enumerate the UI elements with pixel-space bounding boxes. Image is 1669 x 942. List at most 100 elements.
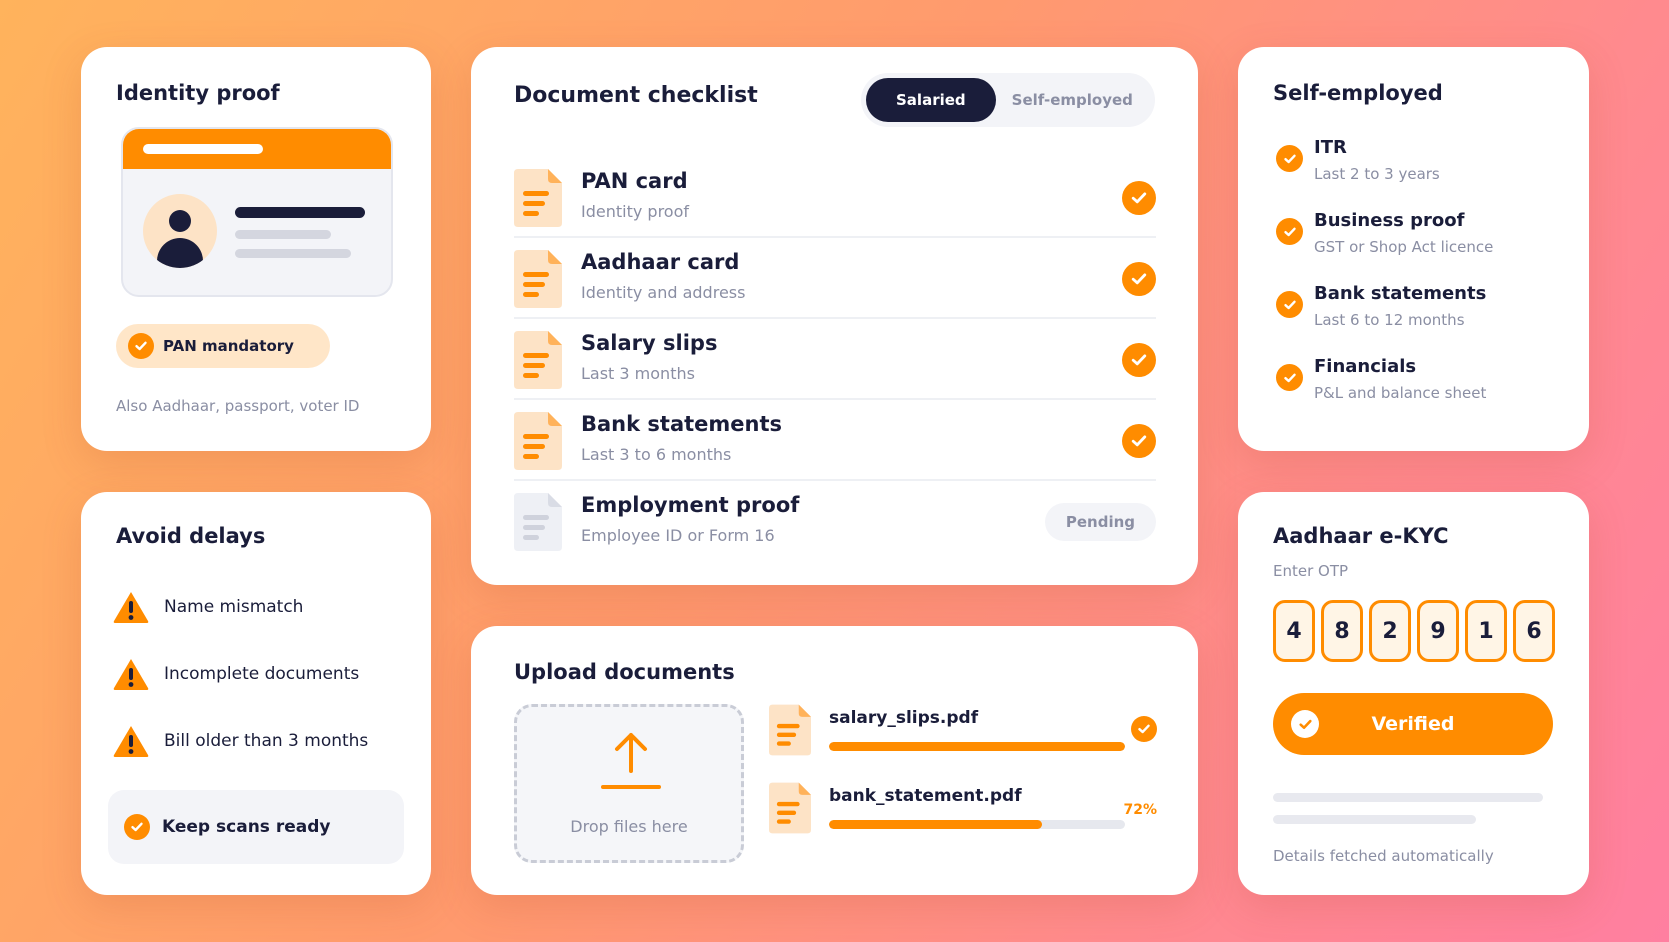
uploading-file-row[interactable]: bank_statement.pdf 72% bbox=[769, 782, 1157, 842]
checklist-item-name: PAN card bbox=[581, 169, 688, 193]
document-icon bbox=[514, 493, 562, 551]
pan-mandatory-label: PAN mandatory bbox=[163, 337, 294, 355]
dropzone-label: Drop files here bbox=[570, 817, 688, 836]
check-icon bbox=[1276, 364, 1303, 391]
otp-digit-input[interactable]: 9 bbox=[1417, 600, 1459, 662]
upload-arrow-icon bbox=[601, 733, 661, 789]
id-card-header-band bbox=[123, 129, 391, 169]
keep-scans-ready-label: Keep scans ready bbox=[162, 817, 331, 837]
id-card-detail-line bbox=[235, 249, 351, 258]
document-icon bbox=[514, 250, 562, 308]
upload-progress-fill bbox=[829, 742, 1125, 751]
warning-label: Incomplete documents bbox=[164, 664, 360, 684]
self-employed-item-sub: Last 6 to 12 months bbox=[1314, 311, 1465, 329]
id-card-illustration bbox=[121, 127, 393, 297]
identity-note: Also Aadhaar, passport, voter ID bbox=[116, 397, 360, 415]
otp-digit-input[interactable]: 8 bbox=[1321, 600, 1363, 662]
otp-digit-input[interactable]: 4 bbox=[1273, 600, 1315, 662]
check-icon bbox=[128, 333, 154, 359]
self-employed-title: Self-employed bbox=[1273, 81, 1443, 105]
warning-item: Incomplete documents bbox=[112, 654, 402, 694]
checklist-item-pan-card[interactable]: PAN card Identity proof bbox=[514, 157, 1156, 238]
otp-input-group: 4 8 2 9 1 6 bbox=[1273, 600, 1555, 662]
warning-icon bbox=[113, 726, 149, 757]
check-icon bbox=[124, 814, 150, 840]
user-avatar-icon bbox=[143, 194, 217, 268]
uploaded-file-row[interactable]: salary_slips.pdf bbox=[769, 704, 1157, 764]
check-icon bbox=[1122, 424, 1156, 458]
warning-icon bbox=[113, 659, 149, 690]
avatar-body bbox=[157, 238, 203, 268]
check-icon bbox=[1276, 145, 1303, 172]
otp-digit-input[interactable]: 6 bbox=[1513, 600, 1555, 662]
self-employed-item-title: Bank statements bbox=[1314, 283, 1487, 304]
warning-item: Name mismatch bbox=[112, 587, 402, 627]
verified-button[interactable]: Verified bbox=[1273, 693, 1553, 755]
self-employed-card: Self-employed ITR Last 2 to 3 years Busi… bbox=[1238, 47, 1589, 451]
otp-digit-input[interactable]: 2 bbox=[1369, 600, 1411, 662]
aadhaar-ekyc-title: Aadhaar e-KYC bbox=[1273, 524, 1449, 548]
pan-mandatory-badge: PAN mandatory bbox=[116, 324, 330, 368]
warning-icon bbox=[113, 592, 149, 623]
pending-status-badge: Pending bbox=[1044, 503, 1156, 541]
kyc-note: Details fetched automatically bbox=[1273, 847, 1494, 865]
checklist-item-name: Employment proof bbox=[581, 493, 800, 517]
upload-progress-percent: 72% bbox=[1123, 802, 1157, 818]
id-card-name-line bbox=[235, 207, 365, 218]
placeholder-line bbox=[1273, 815, 1476, 824]
self-employed-item-title: Financials bbox=[1314, 356, 1417, 377]
upload-progress-bar bbox=[829, 820, 1125, 829]
upload-progress-bar bbox=[829, 742, 1125, 751]
check-icon bbox=[1122, 181, 1156, 215]
document-icon bbox=[514, 412, 562, 470]
self-employed-item-title: ITR bbox=[1314, 137, 1347, 158]
self-employed-item-sub: GST or Shop Act licence bbox=[1314, 238, 1494, 256]
tab-salaried[interactable]: Salaried bbox=[866, 78, 996, 122]
id-card-band-line bbox=[143, 144, 263, 154]
keep-scans-ready-tip: Keep scans ready bbox=[108, 790, 404, 864]
checklist-item-salary-slips[interactable]: Salary slips Last 3 months bbox=[514, 319, 1156, 400]
upload-progress-fill bbox=[829, 820, 1043, 829]
document-icon bbox=[769, 782, 811, 834]
checklist-list: PAN card Identity proof Aadhaar card Ide… bbox=[514, 157, 1156, 562]
tab-self-employed[interactable]: Self-employed bbox=[996, 91, 1133, 109]
checklist-item-sub: Identity proof bbox=[581, 202, 689, 221]
check-icon bbox=[1291, 710, 1319, 738]
warning-label: Bill older than 3 months bbox=[164, 731, 369, 751]
aadhaar-ekyc-card: Aadhaar e-KYC Enter OTP 4 8 2 9 1 6 Veri… bbox=[1238, 492, 1589, 895]
checklist-item-sub: Last 3 to 6 months bbox=[581, 445, 732, 464]
verified-button-label: Verified bbox=[1371, 713, 1455, 735]
document-icon bbox=[514, 331, 562, 389]
avatar-head bbox=[169, 210, 191, 232]
placeholder-line bbox=[1273, 793, 1543, 802]
document-icon bbox=[769, 704, 811, 756]
avoid-delays-title: Avoid delays bbox=[116, 524, 266, 548]
avoid-delays-card: Avoid delays Name mismatch Incomplete do… bbox=[81, 492, 431, 895]
file-dropzone[interactable]: Drop files here bbox=[514, 704, 744, 863]
checklist-item-sub: Identity and address bbox=[581, 283, 746, 302]
upload-documents-card: Upload documents Drop files here salary_… bbox=[471, 626, 1198, 895]
check-icon bbox=[1276, 218, 1303, 245]
check-icon bbox=[1122, 262, 1156, 296]
warning-list: Name mismatch Incomplete documents Bill … bbox=[112, 587, 402, 788]
checklist-item-employment-proof[interactable]: Employment proof Employee ID or Form 16 … bbox=[514, 481, 1156, 562]
checklist-item-name: Aadhaar card bbox=[581, 250, 740, 274]
id-card-detail-line bbox=[235, 230, 331, 239]
self-employed-item-sub: Last 2 to 3 years bbox=[1314, 165, 1440, 183]
checklist-item-bank-statements[interactable]: Bank statements Last 3 to 6 months bbox=[514, 400, 1156, 481]
file-name: bank_statement.pdf bbox=[829, 786, 1022, 806]
self-employed-item-sub: P&L and balance sheet bbox=[1314, 384, 1487, 402]
checklist-item-aadhaar-card[interactable]: Aadhaar card Identity and address bbox=[514, 238, 1156, 319]
warning-item: Bill older than 3 months bbox=[112, 721, 402, 761]
identity-proof-title: Identity proof bbox=[116, 81, 280, 105]
check-icon bbox=[1122, 343, 1156, 377]
check-icon bbox=[1276, 291, 1303, 318]
otp-digit-input[interactable]: 1 bbox=[1465, 600, 1507, 662]
employment-type-toggle: Salaried Self-employed bbox=[861, 73, 1155, 127]
check-icon bbox=[1131, 716, 1157, 742]
checklist-title: Document checklist bbox=[514, 83, 758, 108]
self-employed-item-title: Business proof bbox=[1314, 210, 1465, 231]
otp-label: Enter OTP bbox=[1273, 562, 1349, 580]
checklist-item-sub: Last 3 months bbox=[581, 364, 695, 383]
checklist-item-name: Bank statements bbox=[581, 412, 783, 436]
